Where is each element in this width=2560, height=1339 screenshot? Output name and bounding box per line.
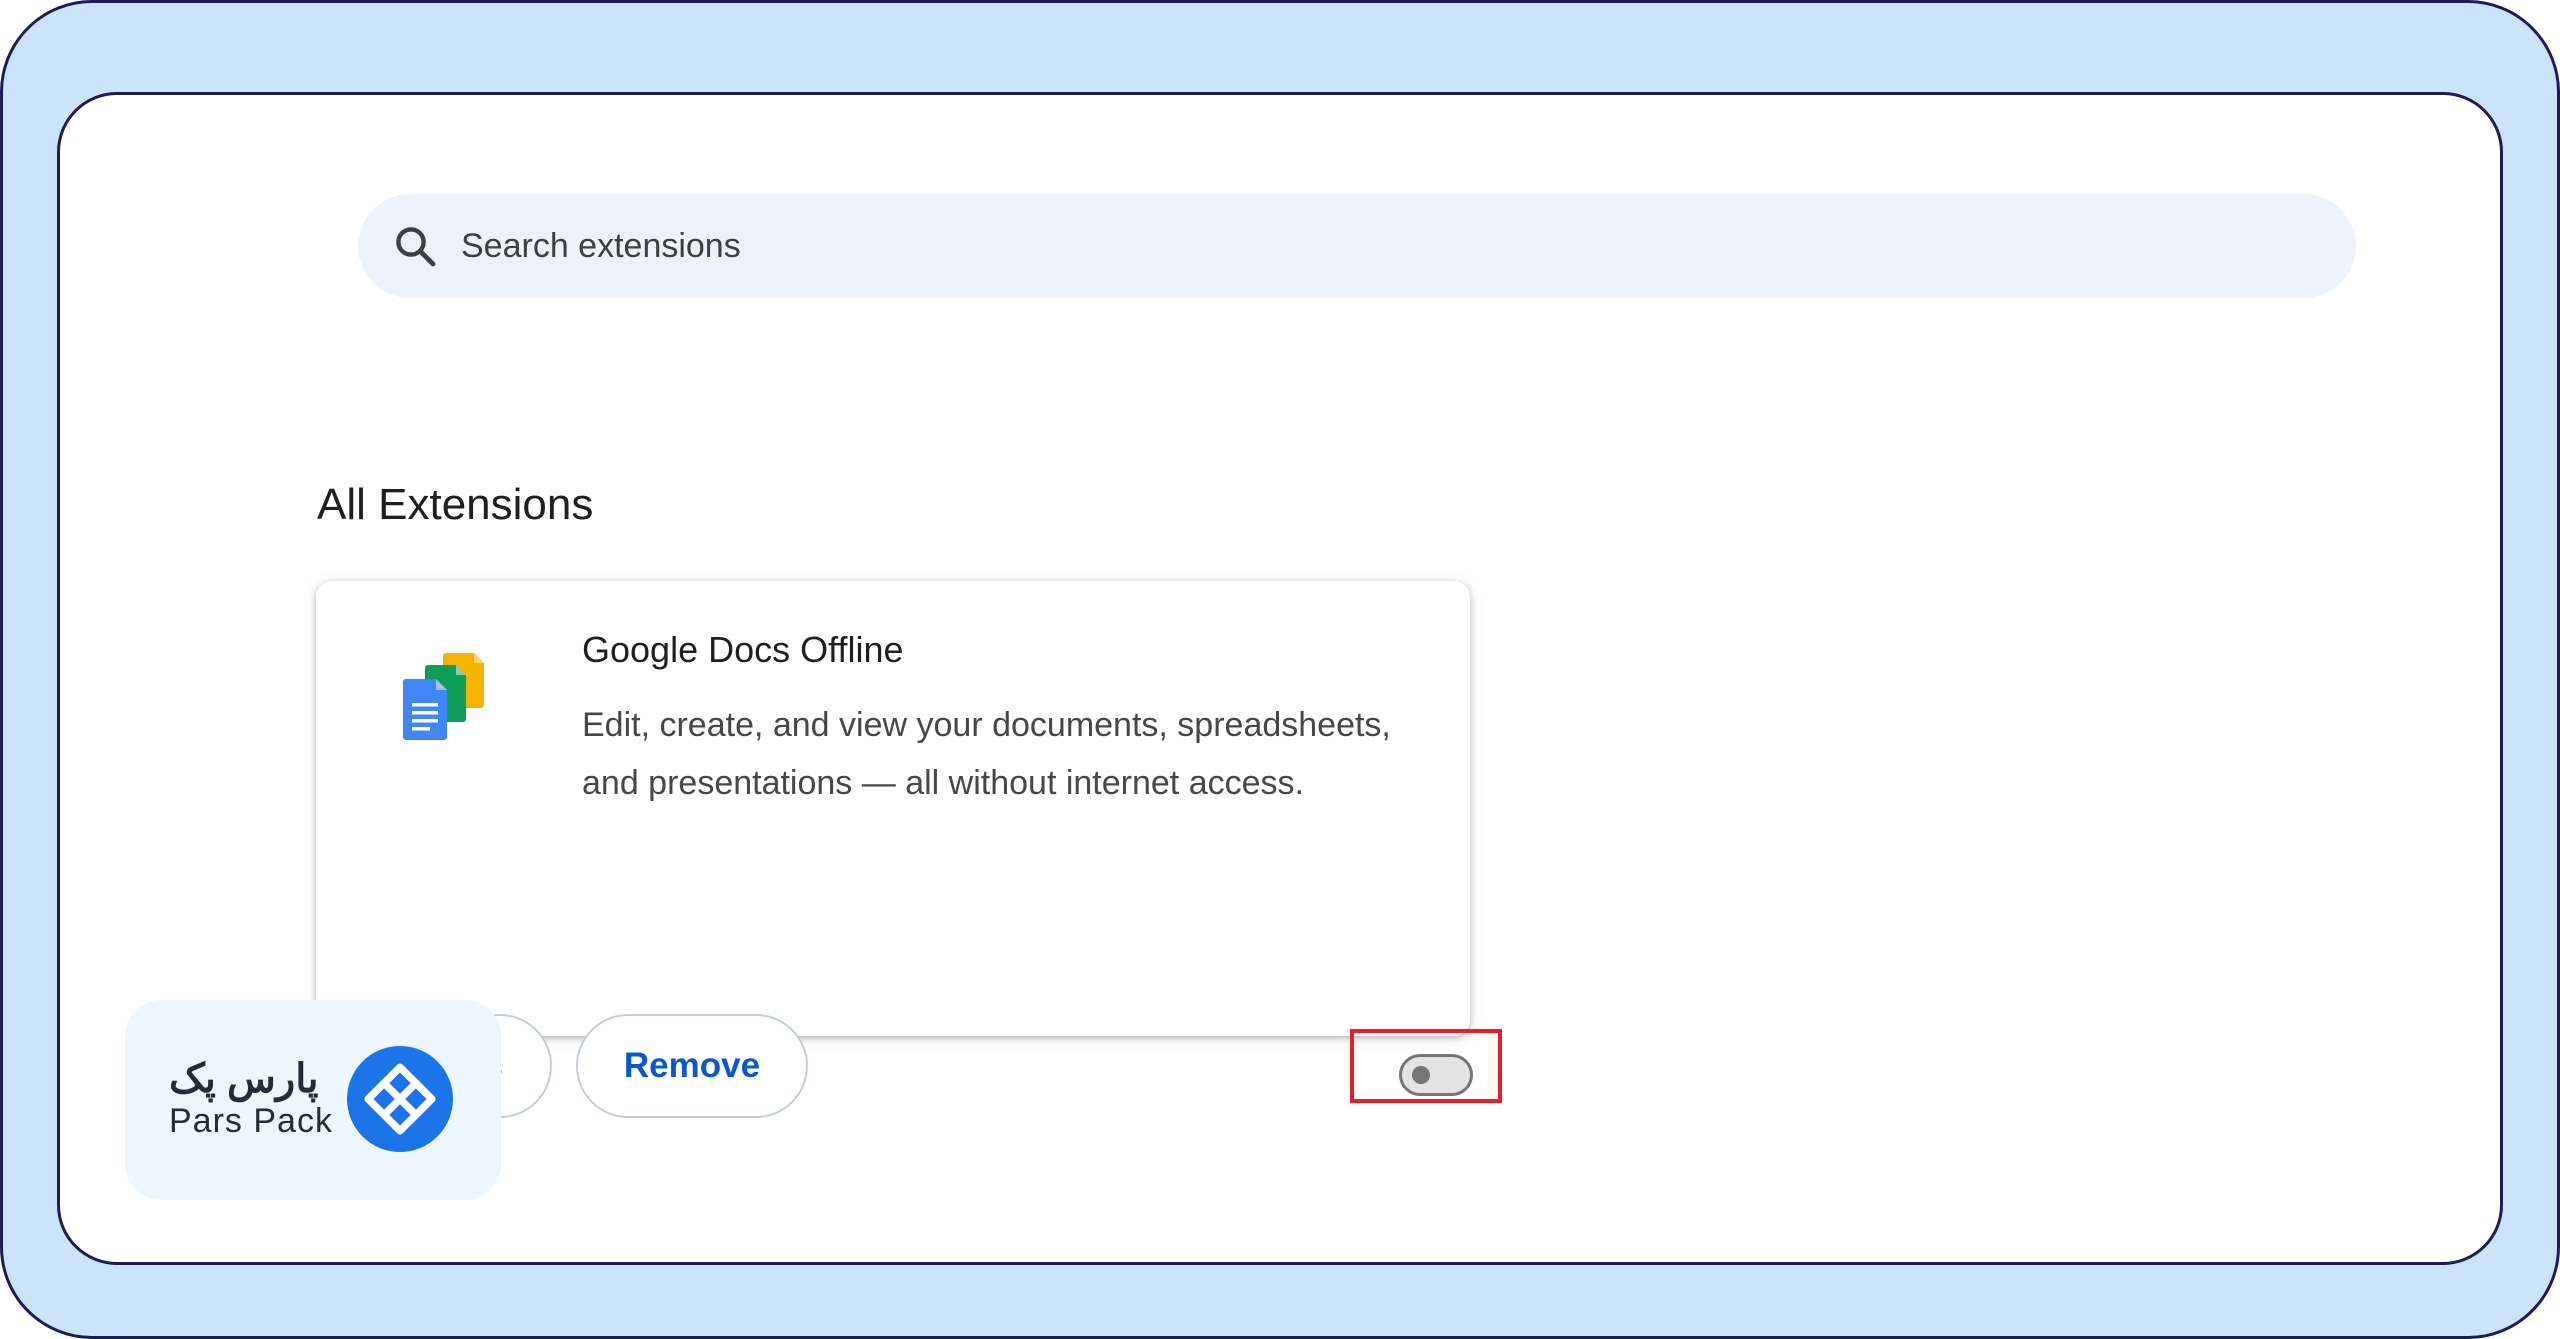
- parspack-logo-icon: [347, 1046, 453, 1152]
- brand-name-fa: پارس پک: [169, 1057, 319, 1101]
- search-input[interactable]: [461, 212, 2261, 280]
- google-docs-offline-icon: [403, 653, 484, 740]
- search-icon: [396, 227, 436, 267]
- section-title: All Extensions: [317, 480, 594, 529]
- extensions-page: All Extensions Google Docs Offline Edit,…: [57, 92, 2503, 1265]
- brand-name-en: Pars Pack: [169, 1102, 333, 1140]
- parspack-watermark: پارس پک Pars Pack: [125, 1000, 501, 1200]
- remove-button[interactable]: Remove: [576, 1014, 808, 1118]
- search-bar[interactable]: [358, 194, 2356, 298]
- extension-card: Google Docs Offline Edit, create, and vi…: [316, 581, 1502, 1118]
- enable-toggle[interactable]: [1399, 1054, 1473, 1096]
- toggle-knob: [1412, 1066, 1430, 1084]
- extension-name: Google Docs Offline: [582, 629, 904, 670]
- extension-description: Edit, create, and view your documents, s…: [582, 706, 1391, 802]
